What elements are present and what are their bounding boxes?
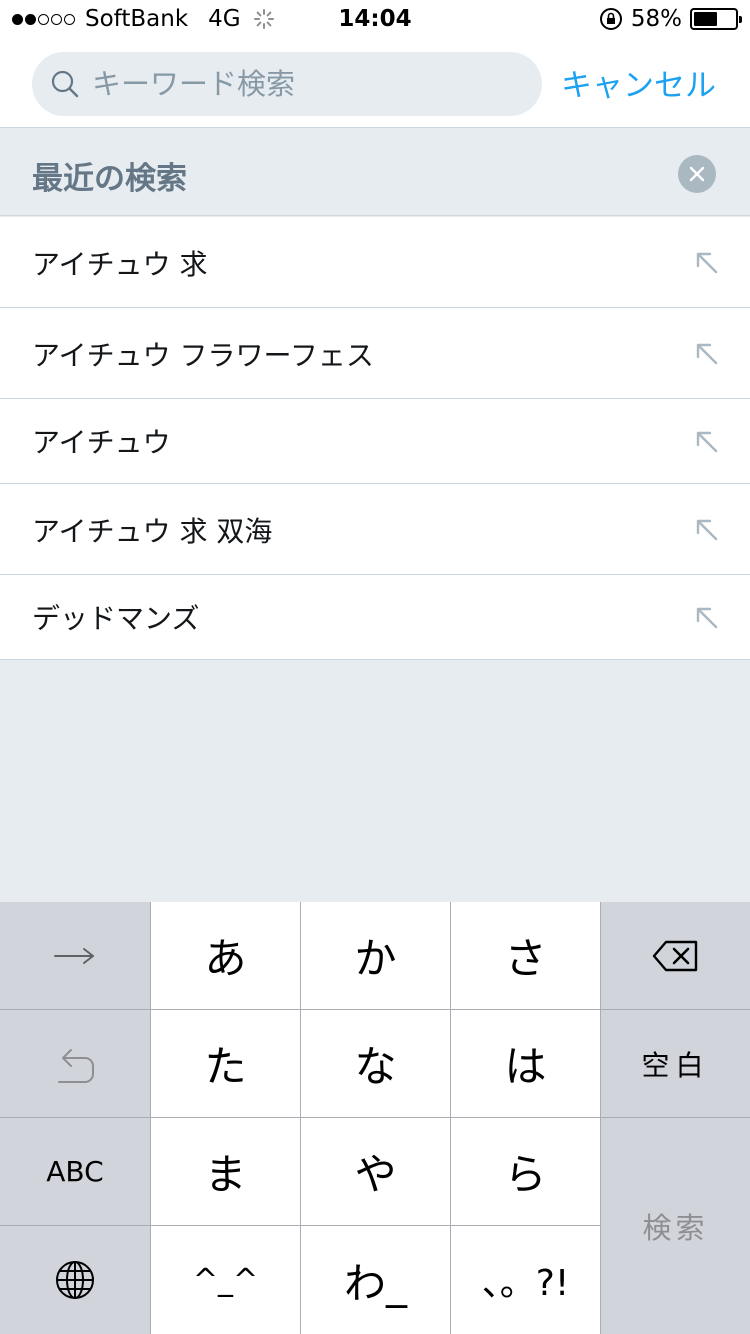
- signal-dot: [25, 13, 36, 25]
- key-emoticon[interactable]: ^_^: [151, 1226, 300, 1334]
- arrow-up-left-icon[interactable]: [694, 429, 720, 455]
- battery-tip: [739, 16, 742, 23]
- key-na[interactable]: な: [301, 1010, 450, 1117]
- search-box[interactable]: [32, 52, 542, 116]
- recent-search-item[interactable]: アイチュウ 求: [0, 217, 750, 308]
- recent-search-item[interactable]: アイチュウ: [0, 399, 750, 484]
- recent-search-item[interactable]: アイチュウ 求 双海: [0, 484, 750, 575]
- key-punctuation[interactable]: 、。?!: [451, 1226, 600, 1334]
- signal-strength-icon: [12, 13, 75, 25]
- status-left: SoftBank 4G: [12, 6, 275, 32]
- signal-dot: [38, 13, 49, 25]
- globe-key[interactable]: [0, 1226, 150, 1334]
- key-sa[interactable]: さ: [451, 902, 600, 1009]
- carrier-name: SoftBank: [85, 6, 189, 32]
- signal-dot: [64, 13, 75, 25]
- key-ya[interactable]: や: [301, 1118, 450, 1225]
- battery-icon: [690, 8, 742, 30]
- backspace-icon: [652, 940, 697, 971]
- key-ha[interactable]: は: [451, 1010, 600, 1117]
- key-ra[interactable]: ら: [451, 1118, 600, 1225]
- globe-icon: [56, 1261, 94, 1299]
- search-icon: [51, 70, 79, 98]
- recent-search-item[interactable]: アイチュウ フラワーフェス: [0, 308, 750, 399]
- recent-search-label: アイチュウ: [32, 426, 171, 459]
- recent-searches-list: アイチュウ 求 アイチュウ フラワーフェス アイチュウ アイチュウ 求 双海 デ…: [0, 217, 750, 660]
- abc-key[interactable]: ABC: [0, 1118, 150, 1225]
- search-key-label: 検索: [642, 1211, 709, 1245]
- battery-percent: 58%: [630, 6, 682, 32]
- recent-search-label: アイチュウ 求 双海: [32, 515, 273, 548]
- recent-search-label: デッドマンズ: [32, 602, 200, 635]
- next-candidate-key[interactable]: [0, 902, 150, 1009]
- clear-recent-button[interactable]: [678, 155, 716, 193]
- arrow-up-left-icon[interactable]: [694, 341, 720, 367]
- space-key-label: 空白: [641, 1048, 710, 1082]
- status-bar: SoftBank 4G 14:04 58%: [0, 0, 750, 40]
- recent-searches-header: 最近の検索: [0, 129, 750, 216]
- japanese-flick-keyboard: あ か さ た な は 空白 ABC ま や ら 検索 ^_^ わ_ 、。?!: [0, 902, 750, 1334]
- recent-search-label: アイチュウ 求: [32, 248, 208, 281]
- search-key[interactable]: 検索: [601, 1118, 750, 1334]
- recent-search-label: アイチュウ フラワーフェス: [32, 339, 374, 372]
- key-ma[interactable]: ま: [151, 1118, 300, 1225]
- key-wa[interactable]: わ_: [301, 1226, 450, 1334]
- abc-key-label: ABC: [46, 1155, 104, 1188]
- recent-searches-title: 最近の検索: [32, 161, 187, 197]
- key-ta[interactable]: た: [151, 1010, 300, 1117]
- orientation-lock-icon: [599, 8, 622, 30]
- key-a[interactable]: あ: [151, 902, 300, 1009]
- arrow-up-left-icon[interactable]: [694, 605, 720, 631]
- activity-spinner-icon: [253, 9, 274, 29]
- arrow-right-icon: [54, 947, 94, 964]
- signal-dot: [51, 13, 62, 25]
- arrow-up-left-icon[interactable]: [694, 517, 720, 543]
- battery-fill: [694, 12, 718, 26]
- search-header: キャンセル: [0, 40, 750, 128]
- network-type: 4G: [208, 6, 241, 32]
- signal-dot: [12, 13, 23, 25]
- close-icon: [689, 166, 705, 182]
- status-right: 58%: [599, 6, 742, 32]
- key-ka[interactable]: か: [301, 902, 450, 1009]
- arrow-up-left-icon[interactable]: [694, 250, 720, 276]
- search-input[interactable]: [92, 67, 512, 101]
- undo-key[interactable]: [0, 1010, 150, 1117]
- recent-search-item[interactable]: デッドマンズ: [0, 575, 750, 660]
- space-key[interactable]: 空白: [601, 1010, 750, 1117]
- cancel-button[interactable]: キャンセル: [561, 60, 716, 105]
- undo-icon: [58, 1048, 94, 1083]
- backspace-key[interactable]: [601, 902, 750, 1009]
